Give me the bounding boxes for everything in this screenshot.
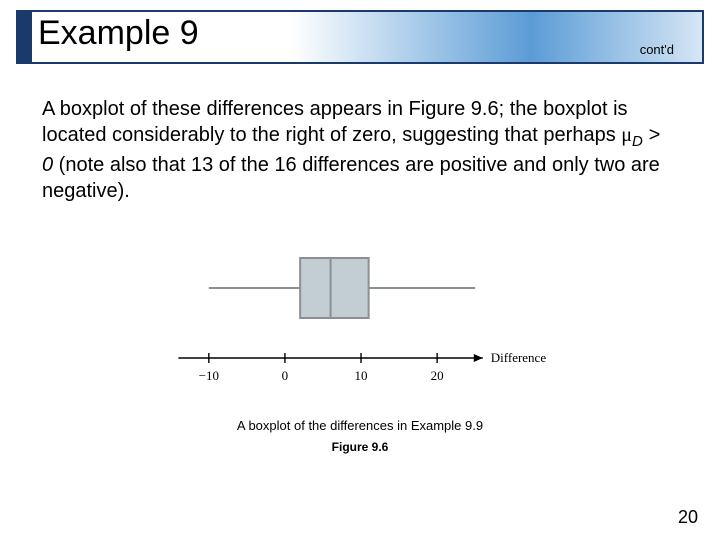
figure-number: Figure 9.6 [0,440,720,454]
svg-text:0: 0 [282,368,289,383]
figure-caption: A boxplot of the differences in Example … [0,418,720,433]
title-accent-bar [18,12,32,62]
svg-text:Difference: Difference [491,350,547,365]
boxplot-figure: −10 0 10 20 Difference [0,240,720,410]
svg-text:10: 10 [355,368,368,383]
body-paragraph: A boxplot of these differences appears i… [42,96,670,204]
svg-text:−10: −10 [199,368,219,383]
page-number: 20 [678,507,698,528]
slide-title: Example 9 [38,14,199,53]
mu-symbol: μ [621,124,632,146]
boxplot-svg: −10 0 10 20 Difference [150,240,570,400]
mu-subscript: D [632,133,643,150]
body-text-b: (note also that 13 of the 16 differences… [42,154,660,202]
continued-label: cont'd [640,42,674,57]
body-text-a: A boxplot of these differences appears i… [42,98,628,146]
svg-text:20: 20 [431,368,444,383]
